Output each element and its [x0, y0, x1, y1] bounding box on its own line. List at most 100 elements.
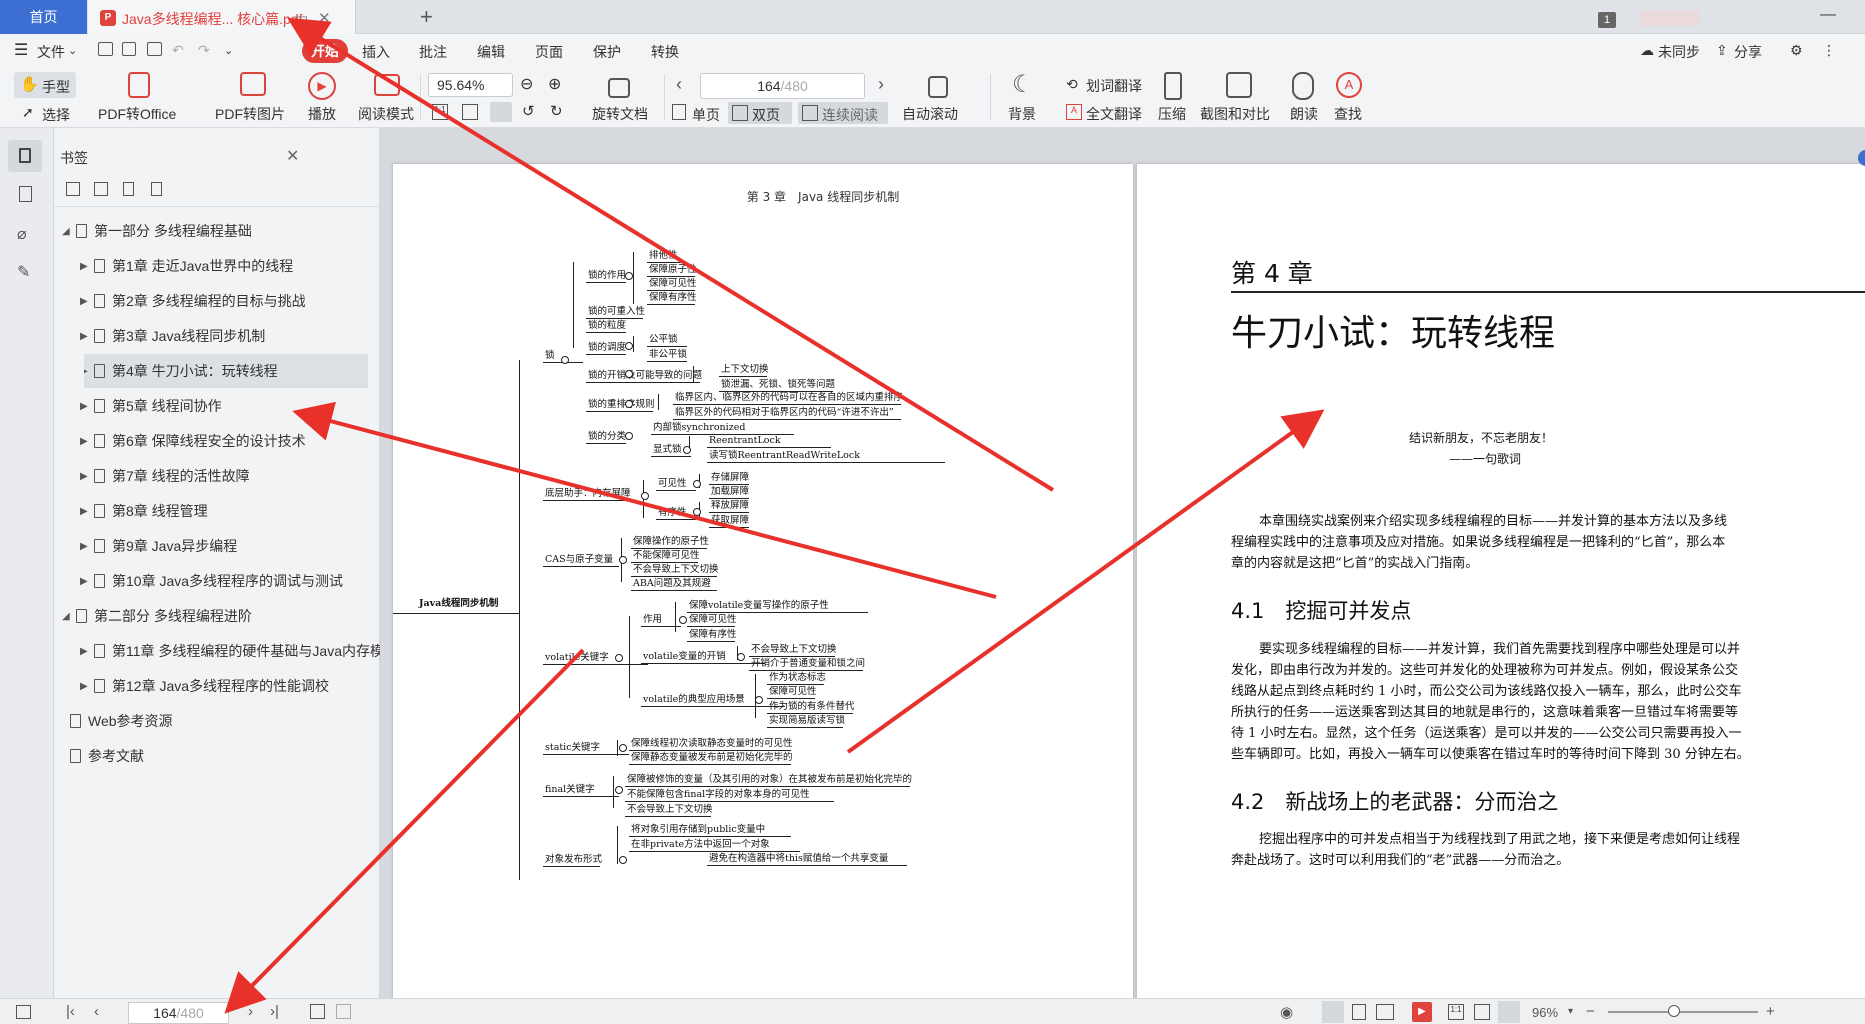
pin-icon[interactable]: ▭ [294, 9, 308, 27]
menu-start[interactable]: 开始 [302, 39, 348, 63]
zoom-out-icon[interactable]: ⊖ [520, 74, 533, 94]
last-page-icon[interactable]: ›| [270, 1003, 279, 1020]
expand-icon[interactable]: ▶ [80, 250, 88, 283]
zoom-level[interactable]: 96% [1532, 1005, 1558, 1020]
expand-all-icon[interactable] [66, 182, 80, 196]
print-icon[interactable] [147, 42, 162, 56]
prev-page-icon[interactable]: ‹ [676, 74, 682, 95]
menu-protect[interactable]: 保护 [593, 42, 621, 62]
bookmark-item[interactable]: ▶ 第3章 Java线程同步机制 [54, 319, 380, 353]
bookmark-item[interactable]: ▶ 第9章 Java异步编程 [54, 529, 380, 563]
double-page-button[interactable]: 双页 [728, 102, 792, 124]
screenshot-compare-button[interactable]: 截图和对比 [1200, 104, 1270, 124]
read-aloud-button[interactable]: 朗读 [1290, 104, 1318, 124]
bookmark-settings-icon[interactable] [151, 182, 162, 196]
bookmark-item[interactable]: ▶ 第1章 走近Java世界中的线程 [54, 249, 380, 283]
bookmark-item[interactable]: ▶ 第7章 线程的活性故障 [54, 459, 380, 493]
bookmark-item[interactable]: ▶ 第11章 多线程编程的硬件基础与Java内存模型 [54, 634, 380, 668]
close-icon[interactable]: ✕ [318, 9, 331, 27]
next-page-icon[interactable]: › [878, 74, 884, 95]
bookmark-item[interactable]: ▶ 第8章 线程管理 [54, 494, 380, 528]
zoom-select[interactable]: 95.64% [428, 73, 513, 97]
pdf-to-image-button[interactable]: PDF转图片 [215, 104, 285, 124]
forward-icon[interactable] [336, 1004, 351, 1019]
auto-scroll-button[interactable]: 自动滚动 [902, 104, 958, 124]
bookmark-item[interactable]: Web参考资源 [54, 704, 380, 738]
chevron-down-icon[interactable]: ⌄ [68, 44, 77, 57]
menu-file[interactable]: 文件 [37, 42, 65, 62]
background-button[interactable]: 背景 [1008, 104, 1036, 124]
zoom-in-icon[interactable]: + [1766, 1003, 1775, 1020]
cloud-icon[interactable]: ☁ [1640, 42, 1654, 59]
continuous-read-button[interactable]: 连续阅读 [798, 102, 888, 124]
eye-icon[interactable]: ◉ [1280, 1003, 1293, 1021]
add-bookmark-icon[interactable] [123, 182, 134, 196]
document-viewer[interactable]: 第 3 章 Java 线程同步机制 Java线程同步机制锁锁的作用 排他性 保障原子… [380, 128, 1865, 998]
expand-icon[interactable]: ▶ [80, 425, 88, 458]
hamburger-icon[interactable]: ☰ [14, 40, 28, 60]
pdf-to-office-button[interactable]: PDF转Office [98, 104, 176, 124]
menu-annotate[interactable]: 批注 [419, 42, 447, 62]
read-mode-button[interactable]: 阅读模式 [358, 104, 414, 124]
rotate-document-button[interactable]: 旋转文档 [592, 104, 648, 124]
menu-edit[interactable]: 编辑 [477, 42, 505, 62]
new-tab-button[interactable]: + [420, 4, 433, 30]
hand-tool-button[interactable]: ✋ 手型 [14, 72, 76, 98]
share-icon[interactable]: ⇪ [1716, 42, 1728, 59]
bookmark-item[interactable]: ◢ 第一部分 多线程编程基础 [54, 214, 380, 248]
close-icon[interactable]: ✕ [286, 146, 299, 166]
fit-width-icon[interactable] [490, 102, 512, 122]
sync-status[interactable]: 未同步 [1658, 42, 1700, 62]
chevron-down-icon[interactable]: ▾ [1568, 1006, 1573, 1017]
expand-icon[interactable]: ▶ [80, 320, 88, 353]
open-folder-icon[interactable] [98, 42, 113, 56]
menu-page[interactable]: 页面 [535, 42, 563, 62]
thumbnail-icon[interactable] [19, 186, 32, 202]
expand-icon[interactable]: ▶ [80, 635, 88, 668]
fit-width-icon[interactable] [1498, 1001, 1520, 1023]
find-button[interactable]: 查找 [1334, 104, 1362, 124]
collapse-icon[interactable]: ◢ [62, 600, 70, 633]
menu-insert[interactable]: 插入 [362, 42, 390, 62]
bookmark-item[interactable]: ▶ 第4章 牛刀小试：玩转线程 [84, 354, 368, 388]
save-icon[interactable] [122, 42, 136, 56]
expand-icon[interactable]: ▶ [80, 390, 88, 423]
attachment-icon[interactable]: ⌀ [17, 224, 27, 244]
back-icon[interactable] [310, 1004, 325, 1019]
minimize-icon[interactable]: — [1820, 6, 1836, 24]
word-translate-button[interactable]: 划词翻译 [1086, 76, 1142, 96]
bookmark-item[interactable]: 参考文献 [54, 739, 380, 773]
rotate-right-icon[interactable]: ↻ [550, 102, 563, 120]
expand-icon[interactable]: ▶ [80, 460, 88, 493]
bookmark-panel-button[interactable] [8, 140, 42, 172]
select-tool-button[interactable]: ➚ 选择 [14, 102, 76, 124]
share-button[interactable]: 分享 [1734, 42, 1762, 62]
expand-icon[interactable]: ▶ [80, 530, 88, 563]
expand-icon[interactable]: ▶ [80, 565, 88, 598]
rotate-left-icon[interactable]: ↺ [522, 102, 535, 120]
actual-size-icon[interactable]: 1:1 [1448, 1004, 1464, 1020]
first-page-icon[interactable]: |‹ [66, 1003, 75, 1020]
bookmark-item[interactable]: ▶ 第5章 线程间协作 [54, 389, 380, 423]
bookmark-item[interactable]: ▶ 第12章 Java多线程程序的性能调校 [54, 669, 380, 703]
zoom-slider-thumb[interactable] [1668, 1005, 1680, 1017]
bookmark-item[interactable]: ▶ 第10章 Java多线程程序的调试与测试 [54, 564, 380, 598]
gear-icon[interactable]: ⚙ [1790, 42, 1803, 59]
play-button[interactable]: 播放 [308, 104, 336, 124]
zoom-out-icon[interactable]: − [1586, 1003, 1595, 1020]
actual-size-icon[interactable]: 1:1 [432, 104, 448, 120]
more-icon[interactable]: ⋮ [1822, 42, 1836, 59]
single-page-icon[interactable] [1352, 1004, 1366, 1020]
double-page-icon[interactable] [1376, 1004, 1394, 1020]
expand-icon[interactable]: ▶ [80, 670, 88, 703]
tab-document[interactable]: P Java多线程编程... 核心篇.pdf ▭ ✕ [88, 0, 356, 34]
tab-home[interactable]: 首页 [0, 0, 87, 34]
prev-page-icon[interactable]: ‹ [94, 1003, 99, 1020]
zoom-in-icon[interactable]: ⊕ [548, 74, 561, 94]
redo-icon[interactable]: ↷ [198, 42, 210, 59]
page-number-input[interactable]: 164/480 [700, 73, 865, 99]
full-translate-button[interactable]: 全文翻译 [1086, 104, 1142, 124]
expand-icon[interactable]: ▶ [80, 285, 88, 318]
view-mode-icon[interactable] [1322, 1001, 1344, 1023]
expand-icon[interactable]: ▶ [80, 495, 88, 528]
